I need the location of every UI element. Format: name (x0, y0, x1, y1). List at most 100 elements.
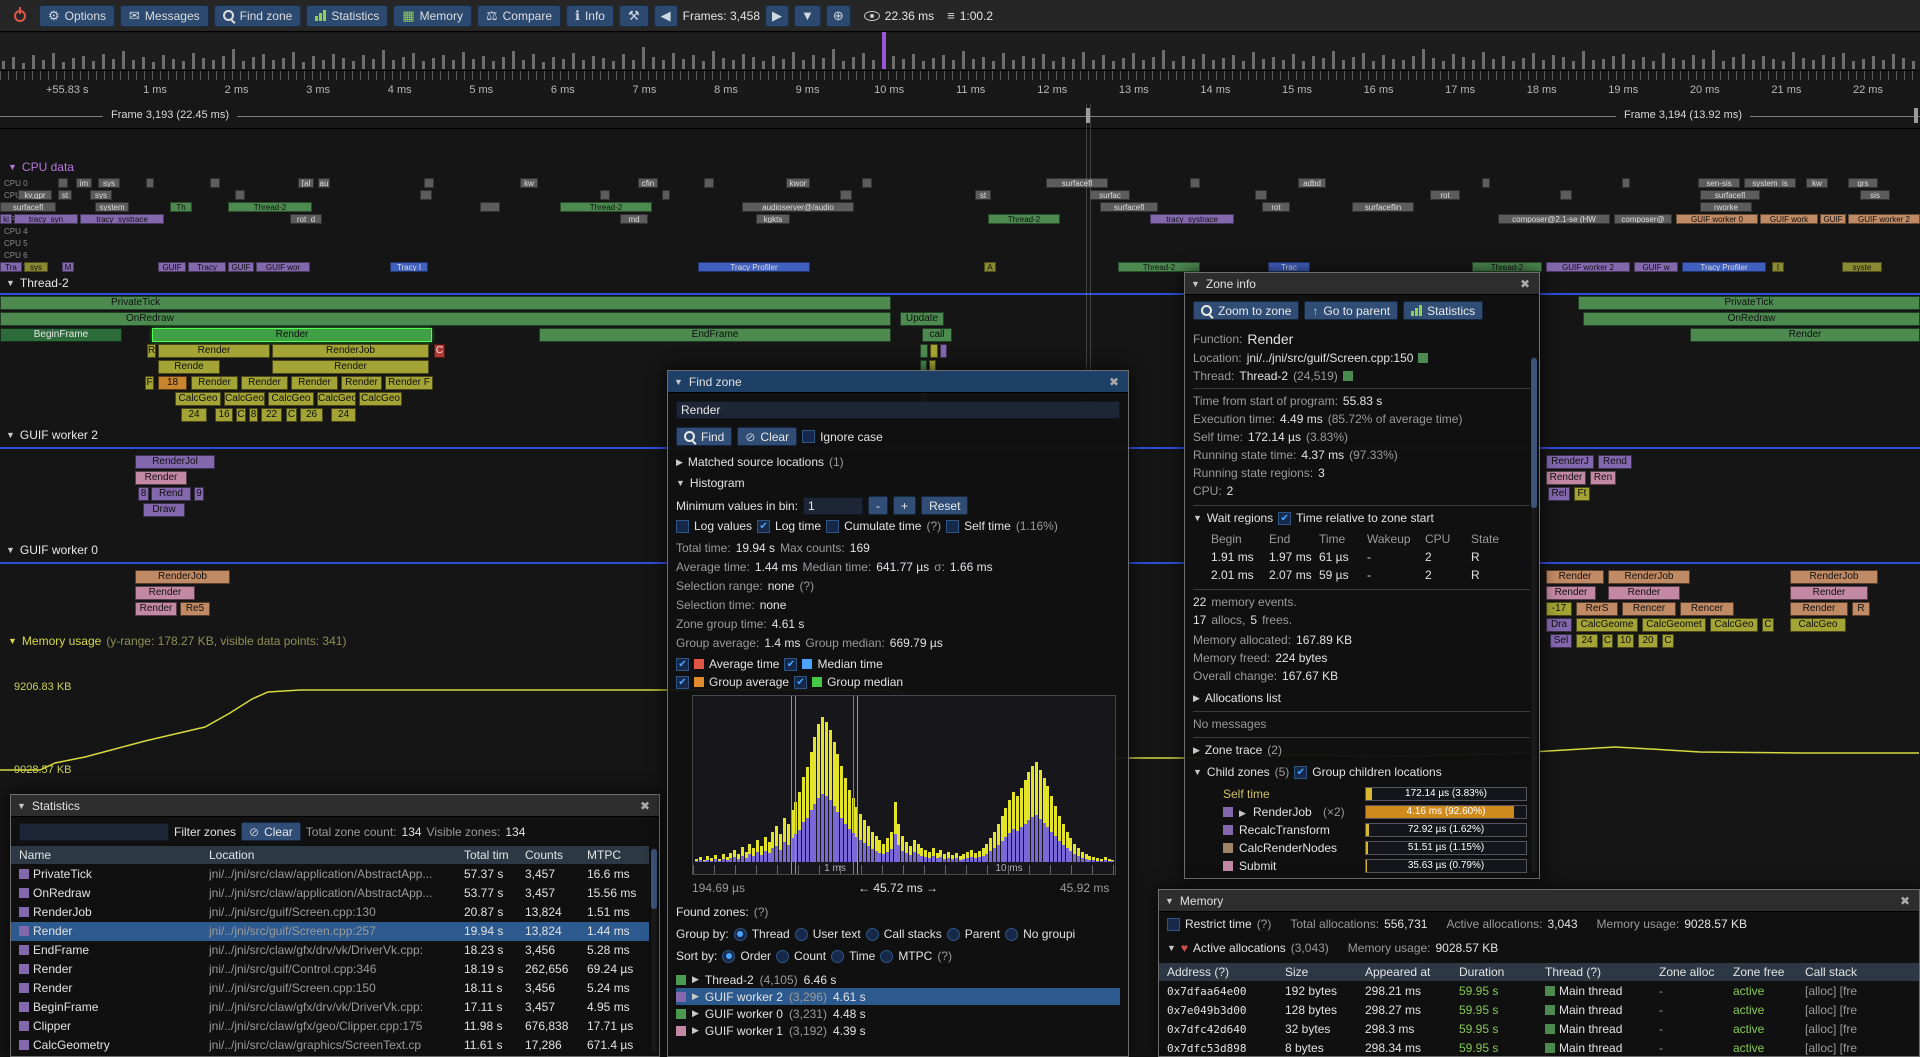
timeline-zone[interactable]: Dra (1546, 618, 1572, 632)
timeline-zone[interactable]: Rel (1548, 487, 1570, 501)
cpu-zone[interactable]: st (975, 190, 991, 200)
cpu-zone[interactable]: A (984, 262, 996, 272)
timeline-zone[interactable]: Render (341, 376, 382, 390)
cpu-zone[interactable]: Thread-2 (228, 202, 312, 212)
restrict-time-checkbox[interactable] (1167, 918, 1180, 931)
options-button[interactable]: ⚙Options (39, 5, 115, 27)
group-by-no-groupi[interactable] (1005, 928, 1018, 941)
cpu-zone[interactable] (420, 190, 432, 200)
cpu-zone[interactable]: syste (1842, 262, 1882, 272)
timeline-zone[interactable]: Render (1790, 586, 1868, 600)
cpu-zone[interactable]: Thread-2 (560, 202, 652, 212)
cpu-zone[interactable]: GUIF work (1760, 214, 1818, 224)
timeline-zone[interactable]: 18 (158, 376, 187, 390)
child-zone-row[interactable]: Self time172.14 µs (3.83%) (1185, 787, 1539, 803)
cpu-zone[interactable]: I (1772, 262, 1784, 272)
cpu-zone[interactable]: rot (1430, 190, 1460, 200)
cpu-zone[interactable]: system_is (1744, 178, 1796, 188)
timeline-zone[interactable]: Rend (1598, 455, 1632, 469)
find-zone-button[interactable]: Find zone (214, 5, 302, 27)
stats-table-row[interactable]: PrivateTickjni/../jni/src/claw/applicati… (11, 865, 649, 884)
collapse-icon[interactable]: ▼ (8, 162, 17, 172)
statistics-button[interactable]: Statistics (1403, 301, 1483, 320)
find-button[interactable]: Find (676, 427, 732, 446)
stats-table-row[interactable]: Renderjni/../jni/src/guif/Screen.cpp:257… (11, 922, 649, 941)
cpu-zone[interactable] (704, 178, 714, 188)
timeline-zone[interactable]: Render (1608, 586, 1680, 600)
legend-checkbox[interactable]: ✔ (794, 676, 807, 689)
timeline-zone[interactable]: Render (1546, 471, 1586, 485)
clear-button[interactable]: ⊘Clear (737, 427, 797, 446)
timeline-zone[interactable]: CalcGeo (175, 392, 221, 406)
timeline-zone[interactable]: Draw (143, 503, 185, 517)
collapse-icon[interactable]: ▼ (1165, 896, 1174, 906)
find-zone-titlebar[interactable]: ▼ Find zone ✖ (668, 371, 1128, 393)
cpu-zone[interactable]: rworke (1700, 202, 1752, 212)
cpu-zone[interactable]: Tracy I (390, 262, 428, 272)
statistics-titlebar[interactable]: ▼ Statistics ✖ (11, 795, 659, 817)
close-icon[interactable]: ✖ (1517, 277, 1533, 291)
timeline-zone[interactable]: C (1602, 634, 1613, 648)
cpu-zone[interactable] (1190, 178, 1200, 188)
close-icon[interactable]: ✖ (1897, 894, 1913, 908)
timeline-zone[interactable]: Render (191, 376, 238, 390)
collapse-icon[interactable]: ▼ (6, 430, 15, 440)
found-zone-group-row[interactable]: ▶GUIF worker 1(3,192)4.39 s (676, 1022, 1120, 1039)
allocation-row[interactable]: 0x7dfc53d8988 bytes298.34 ms59.95 sMain … (1159, 1039, 1919, 1056)
timeline-zone[interactable]: CalcGeo (317, 392, 356, 406)
statistics-button[interactable]: Statistics (306, 5, 388, 27)
cpu-zone[interactable]: Thread-2 (1118, 262, 1200, 272)
timeline-zone[interactable]: Rencer (1622, 602, 1676, 616)
collapse-icon[interactable]: ▼ (676, 478, 685, 488)
timeline-zone[interactable]: 9 (194, 487, 204, 501)
cumulate-time-checkbox[interactable] (826, 520, 839, 533)
timeline-zone[interactable]: 24 (1576, 634, 1598, 648)
power-button[interactable] (6, 5, 34, 27)
timeline-zone[interactable]: Re5 (180, 602, 210, 616)
timeline-zone[interactable]: Render (1790, 602, 1848, 616)
timeline-zone[interactable] (930, 344, 938, 358)
child-zone-row[interactable]: CalcRenderNodes51.51 µs (1.15%) (1185, 841, 1539, 857)
cpu-zone[interactable] (1482, 178, 1490, 188)
log-time-checkbox[interactable]: ✔ (757, 520, 770, 533)
timeline-zone[interactable]: BeginFrame (0, 328, 122, 342)
collapse-icon[interactable]: ▼ (6, 545, 15, 555)
next-frame-button[interactable]: ▶ (765, 5, 789, 27)
timeline-zone[interactable]: Render (241, 376, 288, 390)
timeline-zone[interactable]: call (922, 328, 952, 342)
timeline-zone[interactable]: C (236, 408, 246, 422)
timeline-zone[interactable]: Ft (1574, 487, 1590, 501)
column-header[interactable]: Size (1285, 963, 1359, 981)
cpu-zone[interactable]: cfin (638, 178, 658, 188)
cpu-zone[interactable] (662, 190, 670, 200)
cpu-zone[interactable]: Thread-2 (988, 214, 1060, 224)
cpu-zone[interactable] (840, 190, 852, 200)
legend-checkbox[interactable]: ✔ (676, 658, 689, 671)
timeline-zone[interactable]: Render (1690, 328, 1920, 342)
timeline-zone[interactable]: PrivateTick (0, 296, 891, 310)
stats-table-row[interactable]: Clipperjni/../jni/src/claw/gfx/geo/Clipp… (11, 1017, 649, 1036)
scrollbar[interactable] (650, 846, 658, 1054)
timeline-zone[interactable] (940, 344, 947, 358)
timeline-zone[interactable]: OnRedraw (1583, 312, 1920, 326)
allocation-row[interactable]: 0x7e049b3d00128 bytes298.27 ms59.95 sMai… (1159, 1001, 1919, 1020)
timeline-zone[interactable]: Render (272, 360, 429, 374)
decrement-button[interactable]: - (868, 496, 888, 515)
cpu-zone[interactable]: [al (298, 178, 314, 188)
timeline-zone[interactable]: 20 (1638, 634, 1658, 648)
cpu-zone[interactable]: sis (1860, 190, 1890, 200)
column-header[interactable]: Duration (1459, 963, 1539, 981)
cpu-zone[interactable]: ki (0, 214, 12, 224)
timeline-zone[interactable]: C (1762, 618, 1774, 632)
column-header[interactable]: Appeared at (1365, 963, 1453, 981)
cpu-zone[interactable]: Th (170, 202, 192, 212)
timeline-zone[interactable]: CalcGeomet (1642, 618, 1706, 632)
timeline-zone[interactable]: Render (291, 376, 338, 390)
timeline-zone[interactable]: Render (152, 328, 432, 342)
stats-table-row[interactable]: OnRedrawjni/../jni/src/claw/application/… (11, 884, 649, 903)
stats-table-row[interactable]: Renderjni/../jni/src/guif/Control.cpp:34… (11, 960, 649, 979)
timeline-zone[interactable]: CalcGeo (1790, 618, 1846, 632)
stats-table-row[interactable]: Renderjni/../jni/src/guif/Screen.cpp:150… (11, 979, 649, 998)
cpu-zone[interactable]: adbd (1298, 178, 1326, 188)
collapse-icon[interactable]: ▼ (1193, 513, 1202, 523)
